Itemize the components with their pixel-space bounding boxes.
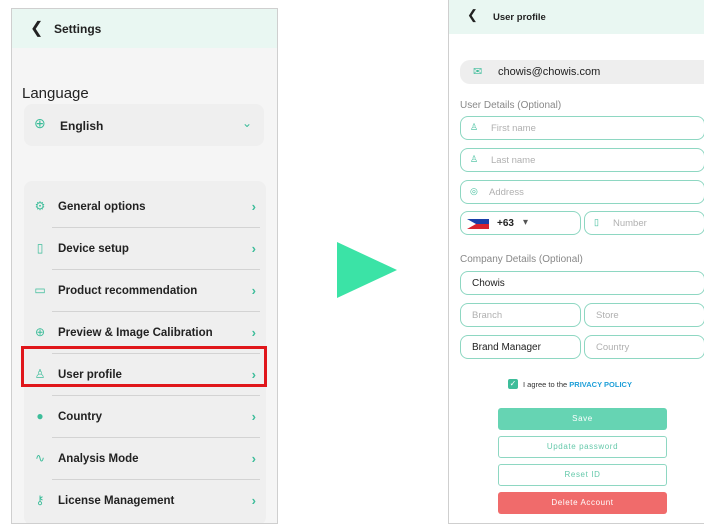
product-icon: ▭ <box>34 283 46 297</box>
page-title: Settings <box>54 22 102 36</box>
chevron-right-icon: › <box>251 409 256 424</box>
company-field[interactable]: Chowis <box>460 271 704 295</box>
language-value: English <box>60 119 104 133</box>
menu-item-label: Analysis Mode <box>58 453 139 465</box>
key-icon: ⚷ <box>35 493 45 507</box>
agree-text: I agree to the PRIVACY POLICY <box>523 380 632 389</box>
store-field[interactable]: Store <box>584 303 704 327</box>
company-details-heading: Company Details (Optional) <box>460 254 583 265</box>
divider <box>52 437 260 438</box>
user-details-heading: User Details (Optional) <box>460 100 562 111</box>
store-placeholder: Store <box>596 310 619 321</box>
privacy-policy-link[interactable]: PRIVACY POLICY <box>569 380 632 389</box>
country-select[interactable]: Country <box>584 335 704 359</box>
chevron-right-icon: › <box>251 199 256 214</box>
location-icon: ◎ <box>470 186 478 196</box>
chevron-right-icon: › <box>251 283 256 298</box>
mail-icon: ✉ <box>473 66 483 78</box>
role-select[interactable]: Brand Manager <box>460 335 581 359</box>
user-icon: ♙ <box>470 154 479 164</box>
phone-number-field[interactable]: ▯ Number <box>584 211 704 235</box>
delete-account-button[interactable]: Delete Account <box>498 492 667 514</box>
phone-icon: ▯ <box>594 217 599 227</box>
last-name-placeholder: Last name <box>491 155 536 166</box>
menu-item-label: Preview & Image Calibration <box>58 327 213 339</box>
highlight-box <box>21 346 267 387</box>
save-button[interactable]: Save <box>498 408 667 430</box>
chevron-left-icon[interactable]: ❮ <box>30 18 43 38</box>
address-placeholder: Address <box>489 187 524 198</box>
country-placeholder: Country <box>596 342 630 353</box>
arrow-right-icon <box>337 242 397 298</box>
chevron-right-icon: › <box>251 451 256 466</box>
user-icon: ♙ <box>470 122 479 132</box>
address-field[interactable]: ◎ Address <box>460 180 704 204</box>
country-code-select[interactable]: +63 ▾ <box>460 211 581 235</box>
phone-code: +63 <box>497 218 514 229</box>
branch-field[interactable]: Branch <box>460 303 581 327</box>
reset-id-button[interactable]: Reset ID <box>498 464 667 486</box>
earth-icon: ● <box>36 409 44 423</box>
email-value: chowis@chowis.com <box>498 66 601 78</box>
chevron-left-icon[interactable]: ❮ <box>467 7 478 23</box>
last-name-field[interactable]: ♙ Last name <box>460 148 704 172</box>
menu-item-label: Product recommendation <box>58 285 198 297</box>
chevron-right-icon: › <box>251 325 256 340</box>
menu-item-label: General options <box>58 201 146 213</box>
crosshair-icon: ⊕ <box>34 325 46 339</box>
gear-icon: ⚙ <box>34 199 46 213</box>
caret-down-icon: ▾ <box>523 217 529 228</box>
agree-label: I agree to the <box>523 380 568 389</box>
philippines-flag-icon <box>467 219 489 229</box>
pulse-icon: ∿ <box>34 451 46 465</box>
chevron-down-icon[interactable]: ⌄ <box>242 116 252 130</box>
menu-item-country[interactable]: ● Country › <box>24 397 266 437</box>
number-placeholder: Number <box>613 218 647 229</box>
settings-header: ❮ Settings <box>12 9 277 48</box>
user-profile-header: ❮ User profile <box>449 0 704 34</box>
divider <box>52 479 260 480</box>
chevron-right-icon: › <box>251 493 256 508</box>
menu-item-label: Country <box>58 411 103 423</box>
user-profile-screen: ❮ User profile ✉ chowis@chowis.com User … <box>448 0 704 524</box>
menu-item-label: License Management <box>58 495 175 507</box>
role-value: Brand Manager <box>472 342 541 353</box>
divider <box>52 227 260 228</box>
phone-icon: ▯ <box>36 241 44 255</box>
page-title: User profile <box>493 12 546 23</box>
first-name-field[interactable]: ♙ First name <box>460 116 704 140</box>
globe-icon: ⊕ <box>34 115 46 131</box>
menu-item-analysis-mode[interactable]: ∿ Analysis Mode › <box>24 439 266 479</box>
divider <box>52 395 260 396</box>
company-value: Chowis <box>472 278 505 289</box>
settings-screen: ❮ Settings Language ⊕ English ⌄ ⚙ Genera… <box>11 8 278 524</box>
menu-item-license-management[interactable]: ⚷ License Management › <box>24 481 266 521</box>
language-select[interactable]: ⊕ English ⌄ <box>24 104 264 146</box>
branch-placeholder: Branch <box>472 310 503 321</box>
chevron-right-icon: › <box>251 241 256 256</box>
update-password-button[interactable]: Update password <box>498 436 667 458</box>
email-display: ✉ chowis@chowis.com <box>460 60 704 84</box>
divider <box>52 269 260 270</box>
agree-checkbox[interactable]: ✓ <box>508 379 518 389</box>
language-label: Language <box>22 85 89 102</box>
menu-item-device-setup[interactable]: ▯ Device setup › <box>24 229 266 269</box>
menu-item-general-options[interactable]: ⚙ General options › <box>24 187 266 227</box>
divider <box>52 311 260 312</box>
first-name-placeholder: First name <box>491 123 536 134</box>
menu-item-label: Device setup <box>58 243 129 255</box>
menu-item-product-recommendation[interactable]: ▭ Product recommendation › <box>24 271 266 311</box>
